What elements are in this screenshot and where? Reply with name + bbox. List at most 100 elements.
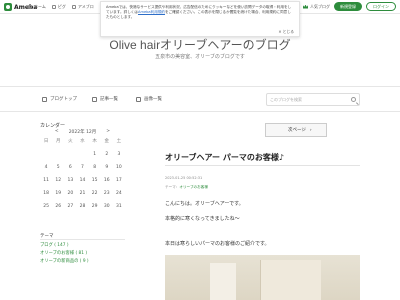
calendar-day[interactable]: 20	[64, 189, 76, 198]
calendar-day[interactable]: 14	[76, 176, 88, 185]
calendar-day[interactable]: 23	[101, 189, 113, 198]
theme-link[interactable]: ブログ ( 147 )	[40, 242, 130, 250]
pigg-icon	[51, 5, 56, 9]
calendar-weekday: 火	[68, 139, 73, 144]
search-icon[interactable]	[351, 97, 356, 102]
calendar-month-nav: < 2022年 12月 >	[40, 129, 125, 135]
calendar-day[interactable]: 16	[101, 176, 113, 185]
calendar-next-button[interactable]: >	[106, 129, 110, 135]
calendar-day[interactable]: 5	[52, 163, 64, 172]
cookie-notice: Amebaでは、快適なサービス提供や利用状況、広告配信のためにクッキーなどを使い…	[100, 1, 300, 37]
title-divider	[165, 165, 360, 166]
calendar-day[interactable]: 19	[52, 189, 64, 198]
home-icon	[28, 5, 32, 9]
global-nav-label: ピグ	[57, 4, 66, 9]
calendar-day[interactable]: 6	[64, 163, 76, 172]
crown-icon	[303, 4, 308, 9]
calendar-weekday: 土	[116, 139, 122, 144]
calendar-day[interactable]: 8	[89, 163, 101, 172]
blog-icon	[71, 5, 76, 9]
nav-article-list[interactable]: 記事一覧	[92, 96, 118, 102]
blog-search	[266, 93, 360, 106]
blog-title[interactable]: Olive hairオリーブヘアーのブログ	[0, 36, 400, 53]
post-paragraph: 本日は寒らしいパーマのお客様のご紹介です。	[165, 241, 270, 247]
calendar-day[interactable]: 13	[64, 176, 76, 185]
next-page-label: 次ページ	[288, 128, 306, 133]
calendar-day[interactable]: 31	[113, 202, 125, 211]
blog-description: 五泉市の美容室、オリーブのブログです	[155, 54, 245, 60]
calendar-day[interactable]: 25	[40, 202, 52, 211]
calendar-day[interactable]: 26	[52, 202, 64, 211]
global-nav-pigg[interactable]: ピグ	[51, 4, 66, 10]
calendar-day[interactable]: 15	[89, 176, 101, 185]
post-theme: テーマ：オリーブのお客様	[165, 185, 208, 190]
cookie-close-label: とじる	[282, 28, 294, 34]
calendar-weekday: 金	[104, 139, 110, 144]
article-list-icon	[92, 96, 97, 102]
blog-nav: ブログトップ 記事一覧 画像一覧	[0, 86, 400, 112]
calendar-day[interactable]: 3	[113, 150, 125, 159]
calendar-day[interactable]: 2	[101, 150, 113, 159]
calendar-weekday: 木	[92, 139, 97, 144]
calendar-day[interactable]: 12	[52, 176, 64, 185]
calendar-day[interactable]: 22	[89, 189, 101, 198]
post-date: 2023-01-25 00:52:31	[165, 176, 203, 180]
calendar-day[interactable]: 29	[89, 202, 101, 211]
theme-link[interactable]: オリーブのお客様 ( 81 )	[40, 250, 130, 258]
next-page-button[interactable]: 次ページ ›	[265, 123, 327, 137]
post-theme-link[interactable]: オリーブのお客様	[179, 185, 208, 189]
post-paragraph: 本格的に寒くなってきましたね〜	[165, 216, 240, 222]
nav-image-list[interactable]: 画像一覧	[136, 96, 162, 102]
calendar-day[interactable]: 1	[89, 150, 101, 159]
calendar-day	[76, 150, 88, 159]
calendar-day[interactable]: 11	[40, 176, 52, 185]
nav-label: ブログトップ	[50, 97, 77, 102]
calendar-month-label: 2022年 12月	[68, 130, 97, 135]
calendar-prev-button[interactable]: <	[55, 129, 59, 135]
global-nav-ameblo[interactable]: アメブロ	[71, 4, 94, 10]
terms-link[interactable]: Ameba利用規約	[138, 10, 165, 14]
theme-divider	[40, 239, 125, 240]
calendar-day[interactable]: 7	[76, 163, 88, 172]
calendar-day	[40, 150, 52, 159]
calendar-day[interactable]: 24	[113, 189, 125, 198]
calendar-day[interactable]: 21	[76, 189, 88, 198]
login-button[interactable]: ログイン	[366, 2, 396, 11]
calendar-day	[52, 150, 64, 159]
post-title[interactable]: オリーブヘアー パーマのお客様♪	[165, 152, 284, 163]
calendar-day[interactable]: 18	[40, 189, 52, 198]
post-image[interactable]	[165, 255, 360, 300]
global-nav: ホーム ピグ アメブロ	[28, 4, 94, 10]
calendar-day[interactable]: 28	[76, 202, 88, 211]
register-button[interactable]: 新規登録	[334, 2, 362, 11]
calendar-weekday: 水	[80, 139, 85, 144]
calendar-day[interactable]: 9	[101, 163, 113, 172]
ameba-logo-icon	[4, 3, 12, 11]
post-paragraph: こんにちは。オリーブヘアーです。	[165, 201, 244, 207]
image-list-icon	[136, 96, 141, 102]
global-nav-home[interactable]: ホーム	[28, 4, 46, 10]
calendar-weekday: 月	[55, 139, 61, 144]
calendar-day	[64, 150, 76, 159]
chevron-right-icon: ›	[309, 127, 312, 133]
search-input[interactable]	[267, 94, 349, 105]
calendar-day[interactable]: 27	[64, 202, 76, 211]
calendar-day[interactable]: 30	[101, 202, 113, 211]
popular-blogs-link[interactable]: 人気ブログ	[303, 4, 330, 10]
calendar-grid: 日月火水木金土 1 2 3 4 5 6 7 8 9 10 11 12 13 14 15 16 17 18 19 20 21…	[40, 137, 125, 211]
calendar-day[interactable]: 4	[40, 163, 52, 172]
nav-label: 画像一覧	[144, 97, 162, 102]
calendar-day[interactable]: 17	[113, 176, 125, 185]
calendar-day[interactable]: 10	[113, 163, 125, 172]
nav-blog-top[interactable]: ブログトップ	[42, 96, 77, 102]
close-icon: ✕	[278, 28, 282, 34]
theme-link[interactable]: オリーブの新商品の ( 9 )	[40, 258, 130, 266]
cookie-close-button[interactable]: ✕ とじる	[278, 29, 294, 34]
blog-top-icon	[42, 96, 47, 102]
nav-label: 記事一覧	[100, 97, 118, 102]
account-actions: 人気ブログ 新規登録 ログイン	[303, 2, 396, 11]
popular-blogs-label: 人気ブログ	[310, 3, 330, 9]
post-theme-prefix: テーマ：	[165, 185, 180, 189]
calendar-weekday: 日	[43, 139, 49, 144]
global-nav-label: アメブロ	[77, 4, 94, 9]
